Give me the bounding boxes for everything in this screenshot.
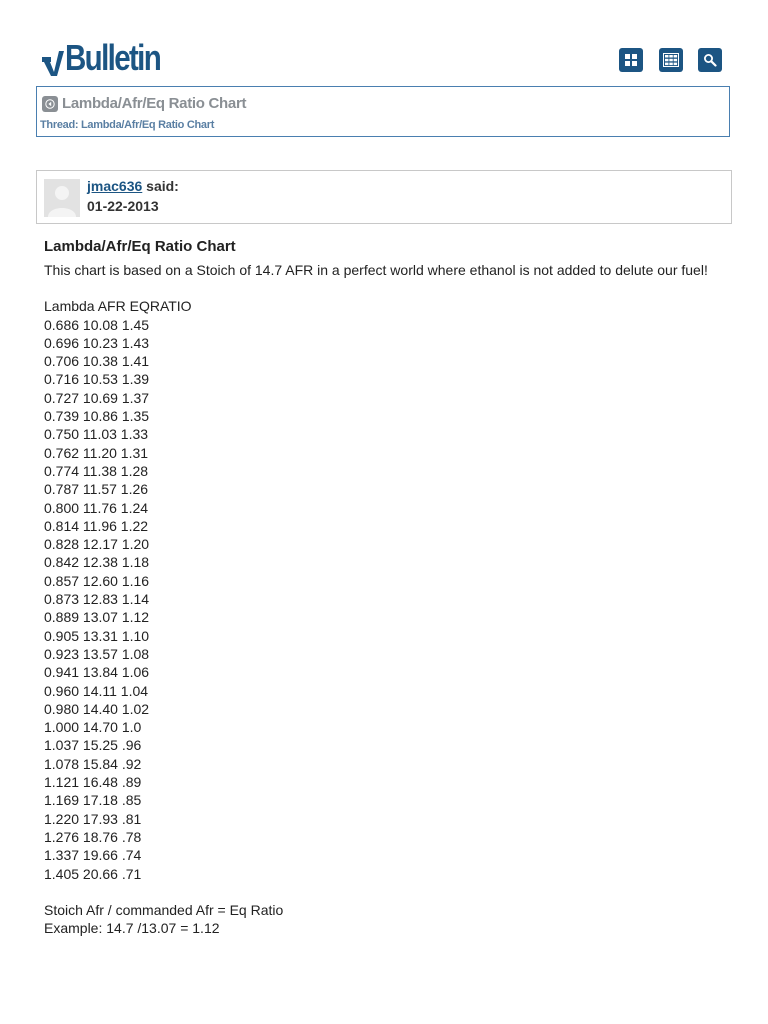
thread-breadcrumb: Thread: Lambda/Afr/Eq Ratio Chart bbox=[40, 119, 214, 131]
post-header: jmac636 said: 01-22-2013 bbox=[36, 170, 732, 224]
list-item: 0.960 14.11 1.04 bbox=[44, 682, 149, 699]
list-item: 0.787 11.57 1.26 bbox=[44, 481, 149, 498]
navigation-menu-button[interactable] bbox=[659, 48, 683, 72]
list-item: 0.774 11.38 1.28 bbox=[44, 462, 149, 479]
avatar[interactable] bbox=[44, 179, 80, 217]
formula-text: Stoich Afr / commanded Afr = Eq Ratio bbox=[44, 901, 284, 918]
list-item: 0.873 12.83 1.14 bbox=[44, 591, 150, 608]
list-item: 0.905 13.31 1.10 bbox=[44, 627, 150, 644]
page-title-text: Lambda/Afr/Eq Ratio Chart bbox=[62, 95, 247, 112]
list-item: 0.762 11.20 1.31 bbox=[44, 444, 149, 461]
search-icon bbox=[704, 54, 717, 67]
post-title: Lambda/Afr/Eq Ratio Chart bbox=[44, 238, 236, 255]
list-item: 0.716 10.53 1.39 bbox=[44, 371, 150, 388]
grid-2x2-icon bbox=[625, 54, 637, 66]
site-header: Bulletin bbox=[42, 38, 732, 82]
list-item: 0.923 13.57 1.08 bbox=[44, 645, 150, 662]
author-line: jmac636 said: bbox=[87, 178, 179, 194]
list-item: 0.800 11.76 1.24 bbox=[44, 499, 149, 516]
post-intro: This chart is based on a Stoich of 14.7 … bbox=[44, 262, 708, 278]
list-item: 0.980 14.40 1.02 bbox=[44, 700, 150, 717]
ratio-rows: 0.686 10.08 1.45 0.696 10.23 1.43 0.706 10… bbox=[44, 316, 714, 883]
example-text: Example: 14.7 /13.07 = 1.12 bbox=[44, 920, 220, 937]
list-item: 1.337 19.66 .74 bbox=[44, 847, 142, 864]
thread-label: Thread: bbox=[40, 119, 79, 131]
list-item: 0.706 10.38 1.41 bbox=[44, 353, 150, 370]
list-item: 0.750 11.03 1.33 bbox=[44, 426, 149, 443]
list-item: 1.276 18.76 .78 bbox=[44, 828, 142, 845]
list-item: 1.405 20.66 .71 bbox=[44, 865, 142, 882]
vbulletin-logo[interactable]: Bulletin bbox=[42, 40, 181, 76]
user-silhouette-icon bbox=[44, 179, 80, 217]
grid-3x3-icon bbox=[663, 53, 679, 67]
list-item: 0.727 10.69 1.37 bbox=[44, 389, 150, 406]
table-header: Lambda AFR EQRATIO bbox=[44, 298, 192, 315]
list-item: 0.696 10.23 1.43 bbox=[44, 334, 150, 351]
search-button[interactable] bbox=[698, 48, 722, 72]
post-body: Lambda/Afr/Eq Ratio Chart This chart is … bbox=[44, 238, 714, 937]
logo-text: Bulletin bbox=[65, 37, 162, 78]
list-item: 1.169 17.18 .85 bbox=[44, 792, 142, 809]
list-item: 1.220 17.93 .81 bbox=[44, 810, 142, 827]
list-item: 0.686 10.08 1.45 bbox=[44, 316, 150, 333]
post-date: 01-22-2013 bbox=[87, 198, 159, 214]
back-arrow-icon[interactable] bbox=[42, 95, 58, 112]
breadcrumb: Lambda/Afr/Eq Ratio Chart Thread: Lambda… bbox=[36, 86, 730, 137]
list-item: 1.037 15.25 .96 bbox=[44, 737, 142, 754]
list-item: 1.000 14.70 1.0 bbox=[44, 719, 142, 736]
list-item: 0.889 13.07 1.12 bbox=[44, 609, 150, 626]
said-label: said: bbox=[146, 178, 179, 194]
list-item: 0.739 10.86 1.35 bbox=[44, 408, 150, 425]
list-item: 1.078 15.84 .92 bbox=[44, 755, 142, 772]
list-item: 0.814 11.96 1.22 bbox=[44, 517, 149, 534]
list-item: 0.941 13.84 1.06 bbox=[44, 664, 150, 681]
forum-menu-button[interactable] bbox=[619, 48, 643, 72]
thread-link[interactable]: Lambda/Afr/Eq Ratio Chart bbox=[81, 119, 214, 131]
list-item: 0.857 12.60 1.16 bbox=[44, 572, 150, 589]
logo-mark-icon bbox=[42, 48, 64, 76]
list-item: 1.121 16.48 .89 bbox=[44, 774, 142, 791]
list-item: 0.828 12.17 1.20 bbox=[44, 536, 150, 553]
author-link[interactable]: jmac636 bbox=[87, 178, 142, 194]
page-title: Lambda/Afr/Eq Ratio Chart bbox=[42, 95, 246, 112]
list-item: 0.842 12.38 1.18 bbox=[44, 554, 150, 571]
